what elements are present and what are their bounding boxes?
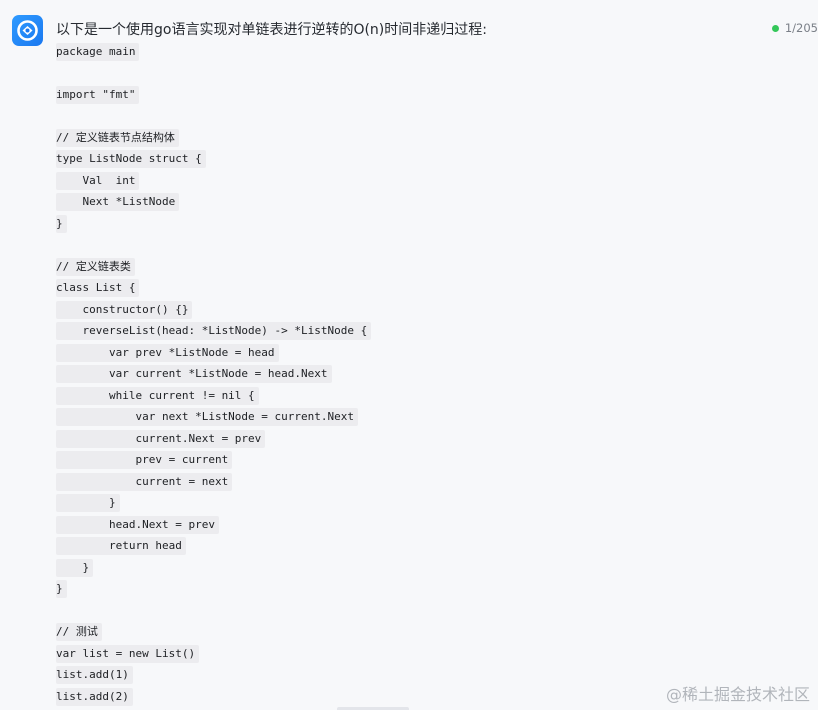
code-line-text: // 定义链表节点结构体 <box>56 128 179 147</box>
code-line: } <box>56 557 796 579</box>
code-line-text: } <box>56 558 94 577</box>
code-line-text: return head <box>56 537 186 556</box>
online-status-dot <box>771 24 779 32</box>
code-line: reverseList(head: *ListNode) -> *ListNod… <box>56 321 796 343</box>
code-line-text: // 定义链表类 <box>56 257 135 276</box>
code-line: current = next <box>56 471 796 493</box>
code-line: type ListNode struct { <box>56 149 796 171</box>
code-line-text: reverseList(head: *ListNode) -> *ListNod… <box>56 322 372 341</box>
code-line-text: // 测试 <box>56 623 102 642</box>
code-line-text: head.Next = prev <box>56 515 219 534</box>
code-line: var prev *ListNode = head <box>56 342 796 364</box>
code-line: while current != nil { <box>56 385 796 407</box>
code-line-text: Next *ListNode <box>56 193 180 212</box>
code-line: class List { <box>56 278 796 300</box>
code-line: prev = current <box>56 450 796 472</box>
code-line: constructor() {} <box>56 299 796 321</box>
code-line: head.Next = prev <box>56 514 796 536</box>
watermark: @稀土掘金技术社区 <box>665 685 810 704</box>
code-line: var list = new List() <box>56 643 796 665</box>
code-line-text: prev = current <box>56 451 233 470</box>
code-line: // 测试 <box>56 622 796 644</box>
code-line-text: import "fmt" <box>56 85 140 104</box>
code-line: var next *ListNode = current.Next <box>56 407 796 429</box>
code-line-text: var next *ListNode = current.Next <box>56 408 359 427</box>
code-line: current.Next = prev <box>56 428 796 450</box>
code-line-text: current.Next = prev <box>56 429 266 448</box>
code-line: package main <box>56 41 796 63</box>
code-line-text: } <box>56 580 67 599</box>
code-line-text: list.add(2) <box>56 687 133 706</box>
message-header: 以下是一个使用go语言实现对单链表进行逆转的O(n)时间非递归过程: <box>56 22 487 38</box>
code-line-text: var list = new List() <box>56 644 200 663</box>
code-line: return head <box>56 536 796 558</box>
code-line-text: constructor() {} <box>56 300 193 319</box>
code-line-text: var prev *ListNode = head <box>56 343 279 362</box>
code-line: // 定义链表节点结构体 <box>56 127 796 149</box>
code-line-text: Val int <box>56 171 140 190</box>
code-line-text: type ListNode struct { <box>56 150 206 169</box>
code-line-text: list.add(1) <box>56 666 133 685</box>
code-line-text: while current != nil { <box>56 386 259 405</box>
message-status: 1/205 <box>771 21 818 35</box>
message-counter: 1/205 <box>784 21 818 35</box>
code-line-text: } <box>56 494 120 513</box>
assistant-avatar <box>12 15 43 46</box>
code-line: Val int <box>56 170 796 192</box>
code-line: } <box>56 579 796 601</box>
code-line-text: var current *ListNode = head.Next <box>56 365 332 384</box>
code-line: } <box>56 213 796 235</box>
code-line: import "fmt" <box>56 84 796 106</box>
code-line-text: class List { <box>56 279 140 298</box>
assistant-logo-icon <box>17 20 38 41</box>
code-line-text: } <box>56 214 67 233</box>
code-line: // 定义链表类 <box>56 256 796 278</box>
code-block: package main import "fmt" // 定义链表节点结构体 type… <box>56 41 796 708</box>
code-line-text: package main <box>56 42 140 61</box>
code-line-text: current = next <box>56 472 233 491</box>
code-line: } <box>56 493 796 515</box>
code-line: Next *ListNode <box>56 192 796 214</box>
code-line: var current *ListNode = head.Next <box>56 364 796 386</box>
